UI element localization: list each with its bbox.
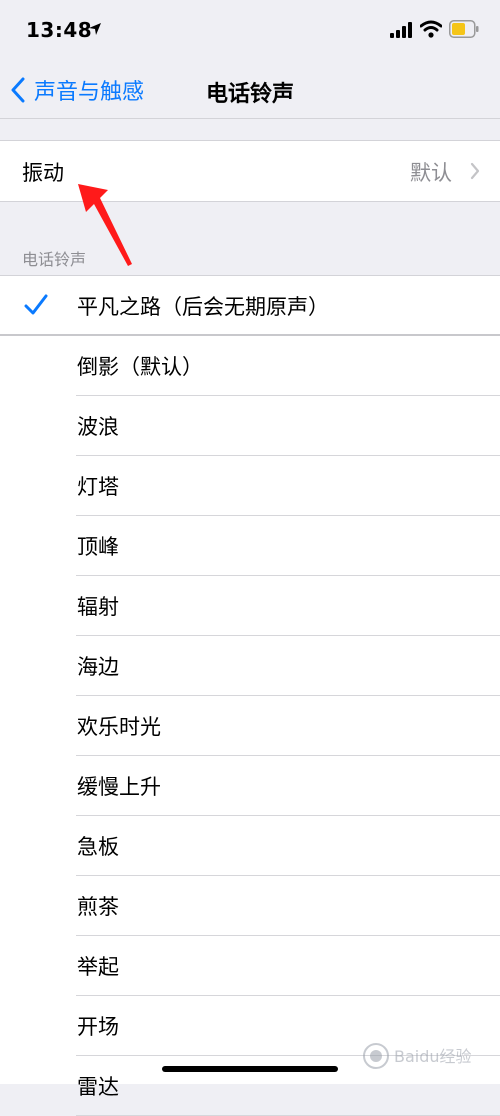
- status-time: 13:48: [26, 18, 93, 42]
- location-icon: [89, 23, 101, 35]
- nav-bar: 声音与触感 电话铃声: [0, 62, 500, 119]
- ringtone-label: 顶峰: [77, 535, 119, 559]
- ringtone-label: 缓慢上升: [77, 775, 161, 799]
- checkmark-icon: [24, 294, 48, 315]
- ringtone-row[interactable]: 辐射: [0, 576, 500, 636]
- ringtone-label: 急板: [77, 835, 119, 859]
- wifi-icon: [420, 20, 442, 38]
- ringtone-label: 辐射: [77, 595, 119, 619]
- ringtone-row[interactable]: 煎茶: [0, 876, 500, 936]
- ringtone-row[interactable]: 海边: [0, 636, 500, 696]
- ringtone-row[interactable]: 欢乐时光: [0, 696, 500, 756]
- ringtone-label: 雷达: [77, 1075, 119, 1099]
- vibration-value: 默认: [410, 161, 452, 185]
- ringtone-label: 倒影（默认）: [77, 355, 203, 379]
- ringtone-row[interactable]: 倒影（默认）: [0, 336, 500, 396]
- ringtone-list: 平凡之路（后会无期原声） 倒影（默认） 波浪灯塔顶峰辐射海边欢乐时光缓慢上升急板煎茶…: [0, 275, 500, 1116]
- baidu-watermark-logo: Baidu经验: [363, 1043, 472, 1069]
- ringtone-row[interactable]: 急板: [0, 816, 500, 876]
- ringtone-label: 波浪: [77, 415, 119, 439]
- page-title: 电话铃声: [205, 82, 294, 107]
- ringtone-label: 开场: [77, 1015, 119, 1039]
- ringtone-row[interactable]: 顶峰: [0, 516, 500, 576]
- status-bar: 13:48: [0, 0, 500, 62]
- ringtone-label: 平凡之路（后会无期原声）: [77, 295, 329, 319]
- watermark-text: Baidu经验: [394, 1047, 472, 1066]
- ringtone-row[interactable]: 波浪: [0, 396, 500, 456]
- battery-icon: [449, 20, 479, 38]
- section-header: 电话铃声: [22, 250, 87, 269]
- chevron-right-icon: [470, 162, 480, 180]
- home-indicator: [162, 1066, 338, 1072]
- ringtone-row[interactable]: 缓慢上升: [0, 756, 500, 816]
- ringtone-label: 欢乐时光: [77, 715, 161, 739]
- ringtone-label: 海边: [77, 655, 119, 679]
- ringtone-label: 举起: [77, 955, 119, 979]
- signal-icon: [390, 22, 412, 38]
- ringtone-row[interactable]: 举起: [0, 936, 500, 996]
- ringtone-label: 煎茶: [77, 895, 119, 919]
- ringtone-row[interactable]: 平凡之路（后会无期原声）: [0, 276, 500, 336]
- ringtone-row[interactable]: 灯塔: [0, 456, 500, 516]
- ringtone-label: 灯塔: [77, 475, 119, 499]
- vibration-label: 振动: [22, 161, 64, 185]
